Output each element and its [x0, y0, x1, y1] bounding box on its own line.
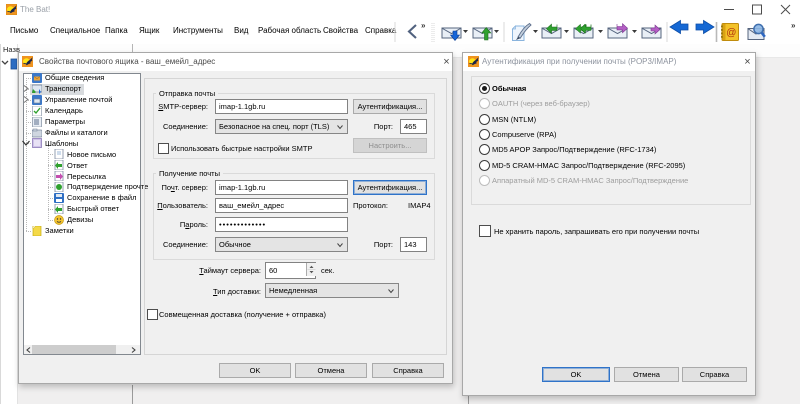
svg-text:»: » [791, 21, 796, 30]
svg-text:»: » [421, 21, 426, 30]
svg-text:@: @ [726, 28, 736, 39]
